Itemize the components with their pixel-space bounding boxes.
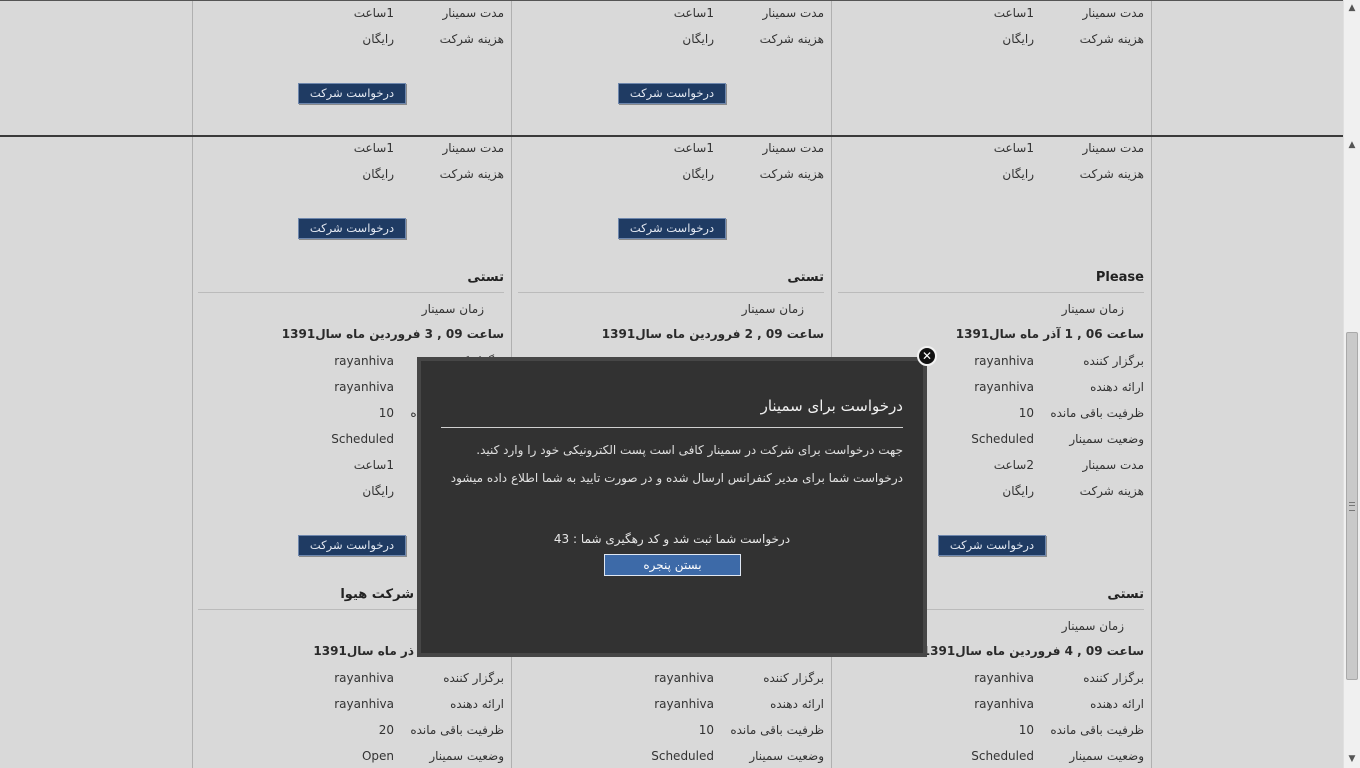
- scroll-up-icon[interactable]: ▲: [1344, 137, 1360, 154]
- close-window-button[interactable]: بستن پنجره: [604, 554, 741, 576]
- dialog-title: درخواست برای سمینار: [760, 397, 903, 415]
- scroll-thumb[interactable]: [1346, 332, 1358, 680]
- grip-icon: [1349, 502, 1355, 511]
- dialog-separator: [441, 427, 903, 428]
- tracking-code-message: درخواست شما ثبت شد و کد رهگیری شما : 43: [553, 532, 791, 546]
- scroll-down-icon[interactable]: ▼: [1344, 751, 1360, 768]
- dialog-instruction: جهت درخواست برای شرکت در سمینار کافی است…: [476, 443, 903, 457]
- modal-overlay: درخواست برای سمینار جهت درخواست برای شرک…: [0, 0, 1343, 768]
- dialog-notice: درخواست شما برای مدیر کنفرانس ارسال شده …: [450, 471, 903, 485]
- seminar-request-dialog: درخواست برای سمینار جهت درخواست برای شرک…: [417, 357, 927, 657]
- page-scrollbar[interactable]: ▲ ▲ ▼: [1343, 0, 1360, 768]
- close-icon[interactable]: ✕: [917, 346, 937, 366]
- scroll-up-icon[interactable]: ▲: [1344, 0, 1360, 17]
